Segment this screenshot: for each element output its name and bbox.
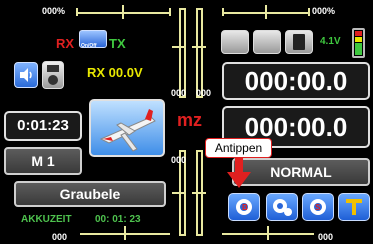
tap-hint-callout: Antippen — [205, 138, 272, 158]
rf-module-label: On/Off — [81, 43, 97, 49]
model-memory-value: M 1 — [31, 153, 55, 169]
trim-bottom-left-value: 000 — [52, 232, 68, 242]
gear-settings-glyph — [273, 199, 292, 216]
airplane-model-icon — [99, 109, 156, 152]
speaker-icon[interactable] — [14, 62, 38, 88]
speaker-glyph-icon — [20, 68, 32, 82]
telemetry-t-icon[interactable] — [338, 193, 370, 221]
model-memory-button[interactable]: M 1 — [4, 147, 82, 175]
trim-vertical-lower-right-marker — [192, 192, 206, 194]
trim-top-left-percent: 000% — [42, 6, 66, 16]
trim-top-left-marker — [122, 5, 124, 19]
trim-vertical-left-marker — [172, 46, 186, 48]
svg-text:B: B — [242, 203, 248, 212]
mp3-player-icon[interactable] — [42, 61, 64, 89]
tap-hint-text: Antippen — [214, 141, 263, 155]
gear-s-icon[interactable]: S — [302, 193, 334, 221]
gear-b-icon[interactable]: B — [228, 193, 260, 221]
gear-s-glyph: S — [310, 199, 326, 215]
trim-vertical-lower-left-marker — [172, 192, 186, 194]
trim-vertical-left[interactable] — [179, 8, 186, 98]
svg-text:S: S — [315, 203, 321, 212]
tx-label: TX — [109, 36, 126, 51]
battery-icon — [352, 28, 365, 58]
arrow-down-icon — [227, 158, 251, 188]
trim-bottom-left-marker — [124, 226, 126, 240]
stopwatch-display[interactable]: 0:01:23 — [4, 111, 82, 141]
telemetry-t-glyph — [346, 199, 362, 215]
trim-top-right-end — [308, 8, 310, 16]
model-image[interactable] — [89, 99, 165, 157]
trim-top-left-end — [169, 8, 171, 16]
trim-vertical-left-value: 000 — [171, 88, 187, 98]
timer1-value: 000:00.0 — [244, 66, 348, 96]
battery-voltage: 4.1V — [320, 36, 341, 47]
mp3-wheel — [48, 75, 58, 85]
transmitter-home-screen: 000% 000% RX On/Off TX RX 00.0V 000 000 … — [0, 0, 373, 244]
trim-top-right-percent: 000% — [312, 6, 336, 16]
mode-label: mz — [177, 110, 203, 130]
akku-time-label: AKKUZEIT — [21, 214, 72, 225]
trim-lower-left-value: 000 — [171, 155, 187, 165]
rx-label: RX — [56, 36, 75, 51]
battery-level-red — [355, 31, 362, 36]
flight-phase-value: NORMAL — [270, 164, 332, 180]
rx-voltage: RX 00.0V — [87, 65, 143, 80]
trim-vertical-right-value: 000 — [196, 88, 212, 98]
sd-card-glyph — [293, 34, 305, 50]
akku-time-value: 00: 01: 23 — [95, 214, 141, 225]
sd-card-icon[interactable] — [285, 30, 313, 54]
trim-top-right-marker — [265, 5, 267, 19]
mp3-screen — [47, 65, 59, 72]
storage-icon[interactable] — [253, 30, 281, 54]
timer1-display[interactable]: 000:00.0 — [222, 62, 370, 100]
sensor-icon[interactable] — [221, 30, 249, 54]
trim-bottom-right-marker — [267, 226, 269, 240]
model-name-value: Graubele — [59, 186, 121, 202]
rf-module-icon[interactable]: On/Off — [79, 30, 107, 49]
battery-level-yellow — [355, 37, 362, 42]
gear-b-glyph: B — [236, 199, 252, 215]
stopwatch-value: 0:01:23 — [17, 117, 69, 134]
model-name-button[interactable]: Graubele — [14, 181, 166, 207]
gear-settings-icon[interactable] — [266, 193, 298, 221]
flight-phase-button[interactable]: NORMAL — [232, 158, 370, 186]
trim-vertical-right[interactable] — [196, 8, 203, 98]
trim-bottom-right-value: 000 — [318, 232, 334, 242]
trim-vertical-right-marker — [192, 46, 206, 48]
battery-level-green — [355, 43, 362, 55]
trim-top-right-end — [222, 8, 224, 16]
trim-top-left-end — [76, 8, 78, 16]
